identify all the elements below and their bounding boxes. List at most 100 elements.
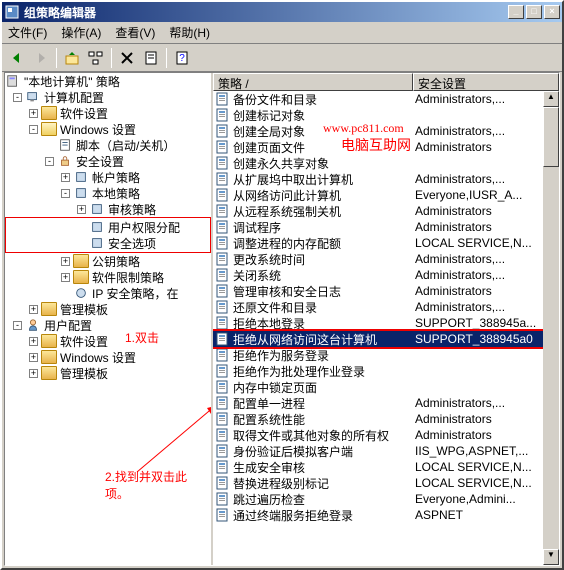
tree-panel[interactable]: "本地计算机" 策略 - 计算机配置 + 软件设置 - Windows 设置 [5,73,213,565]
vertical-scrollbar[interactable]: ▲ ▼ [543,91,559,565]
expand-icon[interactable]: + [61,257,70,266]
menubar: 文件(F) 操作(A) 查看(V) 帮助(H) [2,22,562,44]
expand-icon[interactable]: + [29,369,38,378]
policy-name: 拒绝从网络访问这台计算机 [233,331,377,348]
list-row[interactable]: 拒绝本地登录SUPPORT_388945a... [213,315,543,331]
tree-admin2[interactable]: + 管理模板 [5,365,211,381]
expand-icon[interactable]: + [77,205,86,214]
scroll-up-button[interactable]: ▲ [543,91,559,107]
expand-icon[interactable]: + [29,109,38,118]
menu-help[interactable]: 帮助(H) [169,24,210,41]
policy-value: SUPPORT_388945a... [413,316,543,330]
list-row[interactable]: 调整进程的内存配额LOCAL SERVICE,N... [213,235,543,251]
list-row[interactable]: 取得文件或其他对象的所有权Administrators [213,427,543,443]
list-row[interactable]: 从网络访问此计算机Everyone,IUSR_A... [213,187,543,203]
help-button[interactable]: ? [171,47,193,69]
policy-item-icon [215,139,231,155]
collapse-icon[interactable]: - [61,189,70,198]
list-row[interactable]: 从扩展坞中取出计算机Administrators,... [213,171,543,187]
forward-button[interactable] [30,47,52,69]
list-row[interactable]: 调试程序Administrators [213,219,543,235]
tree-user-rights[interactable]: 用户权限分配 [7,219,209,235]
expand-icon[interactable]: + [61,173,70,182]
collapse-icon[interactable]: - [45,157,54,166]
policy-value: Administrators [413,428,543,442]
tree-software[interactable]: + 软件设置 [5,105,211,121]
list-row[interactable]: 还原文件和目录Administrators,... [213,299,543,315]
tree-security[interactable]: - 安全设置 [5,153,211,169]
scroll-thumb[interactable] [543,107,559,167]
svg-text:?: ? [179,53,185,64]
collapse-icon[interactable]: - [13,93,22,102]
collapse-icon[interactable]: - [29,125,38,134]
tree-public-key[interactable]: + 公钥策略 [5,253,211,269]
expand-icon[interactable]: + [29,353,38,362]
menu-view[interactable]: 查看(V) [115,24,155,41]
up-button[interactable] [61,47,83,69]
expand-icon[interactable]: + [61,273,70,282]
tree-user-config[interactable]: - 用户配置 [5,317,211,333]
list-body[interactable]: www.pc811.com 电脑互助网 备份文件和目录Administrator… [213,91,543,565]
tree-windows-settings[interactable]: - Windows 设置 [5,121,211,137]
policy-value: Administrators,... [413,300,543,314]
policy-name: 拒绝作为服务登录 [233,347,329,364]
list-row[interactable]: 创建永久共享对象 [213,155,543,171]
close-button[interactable]: × [544,5,560,19]
expand-icon[interactable]: + [29,337,38,346]
list-row[interactable]: 身份验证后模拟客户端IIS_WPG,ASPNET,... [213,443,543,459]
menu-action[interactable]: 操作(A) [61,24,101,41]
tree-root[interactable]: "本地计算机" 策略 [5,73,211,89]
tree-local-policies[interactable]: - 本地策略 [5,185,211,201]
tree-software-restrict[interactable]: + 软件限制策略 [5,269,211,285]
list-row[interactable]: 配置单一进程Administrators,... [213,395,543,411]
show-tree-button[interactable] [85,47,107,69]
back-button[interactable] [6,47,28,69]
tree-audit[interactable]: + 审核策略 [5,201,211,217]
list-row[interactable]: 跳过遍历检查Everyone,Admini... [213,491,543,507]
policy-name: 拒绝作为批处理作业登录 [233,363,365,380]
list-row[interactable]: 通过终端服务拒绝登录ASPNET [213,507,543,523]
tree-ip-security[interactable]: IP 安全策略，在 [5,285,211,301]
list-row[interactable]: 拒绝从网络访问这台计算机SUPPORT_388945a0 [213,331,543,347]
list-row[interactable]: 创建页面文件Administrators [213,139,543,155]
tree-security-options[interactable]: 安全选项 [7,235,209,251]
expand-icon[interactable]: + [29,305,38,314]
menu-file[interactable]: 文件(F) [8,24,47,41]
list-row[interactable]: 从远程系统强制关机Administrators [213,203,543,219]
list-row[interactable]: 管理审核和安全日志Administrators [213,283,543,299]
policy-name: 创建标记对象 [233,107,305,124]
minimize-button[interactable]: _ [508,5,524,19]
list-row[interactable]: 生成安全审核LOCAL SERVICE,N... [213,459,543,475]
header-security[interactable]: 安全设置 [413,73,559,91]
window-title: 组策略编辑器 [24,4,508,21]
scroll-down-button[interactable]: ▼ [543,549,559,565]
policy-value: Administrators,... [413,124,543,138]
list-row[interactable]: 创建标记对象 [213,107,543,123]
list-row[interactable]: 内存中锁定页面 [213,379,543,395]
policy-name: 更改系统时间 [233,251,305,268]
policy-value: IIS_WPG,ASPNET,... [413,444,543,458]
delete-button[interactable] [116,47,138,69]
list-row[interactable]: 备份文件和目录Administrators,... [213,91,543,107]
header-policy[interactable]: 策略 / [213,73,413,91]
tree-software2[interactable]: + 软件设置 [5,333,211,349]
list-row[interactable]: 创建全局对象Administrators,... [213,123,543,139]
list-row[interactable]: 替换进程级别标记LOCAL SERVICE,N... [213,475,543,491]
list-row[interactable]: 更改系统时间Administrators,... [213,251,543,267]
properties-button[interactable] [140,47,162,69]
list-row[interactable]: 配置系统性能Administrators [213,411,543,427]
tree-admin-templates[interactable]: + 管理模板 [5,301,211,317]
collapse-icon[interactable]: - [13,321,22,330]
tree-label: Windows 设置 [60,121,136,138]
list-row[interactable]: 关闭系统Administrators,... [213,267,543,283]
list-row[interactable]: 拒绝作为批处理作业登录 [213,363,543,379]
policy-name: 生成安全审核 [233,459,305,476]
tree-computer-config[interactable]: - 计算机配置 [5,89,211,105]
list-row[interactable]: 拒绝作为服务登录 [213,347,543,363]
tree-windows2[interactable]: + Windows 设置 [5,349,211,365]
tree-account-policies[interactable]: + 帐户策略 [5,169,211,185]
maximize-button[interactable]: □ [526,5,542,19]
book-icon [89,236,105,250]
network-icon [73,286,89,300]
tree-scripts[interactable]: 脚本（启动/关机） [5,137,211,153]
